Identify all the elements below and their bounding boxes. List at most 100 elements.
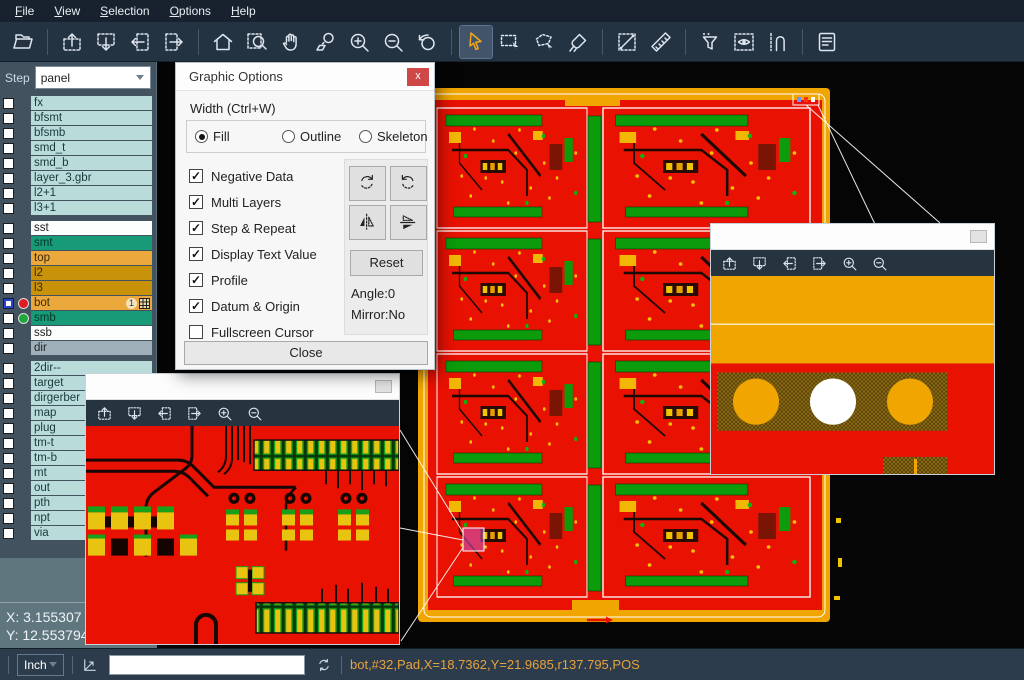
- command-input[interactable]: [109, 655, 305, 675]
- refresh-icon[interactable]: [315, 656, 333, 674]
- checkbox-box[interactable]: ✓: [189, 221, 203, 235]
- step-down-button[interactable]: [126, 405, 143, 422]
- layer-name[interactable]: top: [31, 251, 152, 265]
- inset-window-button[interactable]: [970, 230, 987, 243]
- layer-visibility-checkbox[interactable]: [3, 253, 14, 264]
- zoom-out-button[interactable]: [246, 405, 263, 422]
- net-trace-button[interactable]: [762, 26, 794, 58]
- reset-button[interactable]: Reset: [350, 250, 423, 276]
- checkbox-profile[interactable]: ✓Profile: [189, 267, 317, 293]
- layer-visibility-checkbox[interactable]: [3, 498, 14, 509]
- rotate-cw-button[interactable]: [349, 166, 386, 201]
- rotate-ccw-button[interactable]: [390, 166, 427, 201]
- layer-visibility-checkbox[interactable]: [3, 483, 14, 494]
- dialog-title-bar[interactable]: Graphic Options x: [176, 63, 434, 91]
- open-folder-button[interactable]: [7, 26, 39, 58]
- layer-name[interactable]: l3: [31, 281, 152, 295]
- layer-visibility-checkbox[interactable]: [3, 528, 14, 539]
- close-button[interactable]: Close: [184, 341, 428, 365]
- layer-row-layer_3.gbr[interactable]: layer_3.gbr: [0, 171, 156, 185]
- menu-options[interactable]: Options: [161, 2, 220, 20]
- inset-zoom-view-pcb-detail[interactable]: [86, 426, 399, 644]
- filter-button[interactable]: [694, 26, 726, 58]
- layer-row-smb[interactable]: smb: [0, 311, 156, 325]
- layer-name[interactable]: smd_t: [31, 141, 152, 155]
- step-down-button[interactable]: [751, 255, 768, 272]
- checkbox-box[interactable]: ✓: [189, 247, 203, 261]
- checkbox-box[interactable]: ✓: [189, 195, 203, 209]
- layer-visibility-checkbox[interactable]: [3, 393, 14, 404]
- step-up-button[interactable]: [56, 26, 88, 58]
- layer-name[interactable]: dir: [31, 341, 152, 355]
- unit-select[interactable]: Inch: [17, 654, 64, 676]
- layer-name[interactable]: fx: [31, 96, 152, 110]
- layer-visibility-checkbox[interactable]: [3, 268, 14, 279]
- layer-name[interactable]: smd_b: [31, 156, 152, 170]
- layer-visibility-checkbox[interactable]: [3, 223, 14, 234]
- layer-visibility-checkbox[interactable]: [3, 468, 14, 479]
- layer-name[interactable]: l2: [31, 266, 152, 280]
- checkbox-multi-layers[interactable]: ✓Multi Layers: [189, 189, 317, 215]
- layer-name[interactable]: l3+1: [31, 201, 152, 215]
- step-right-button[interactable]: [811, 255, 828, 272]
- layer-visibility-checkbox[interactable]: [3, 113, 14, 124]
- step-select[interactable]: panel: [35, 66, 151, 89]
- layer-row-l3[interactable]: l3: [0, 281, 156, 295]
- layer-row-bfsmb[interactable]: bfsmb: [0, 126, 156, 140]
- layer-visibility-checkbox[interactable]: [3, 453, 14, 464]
- checkbox-box[interactable]: ✓: [189, 273, 203, 287]
- layer-row-smd_t[interactable]: smd_t: [0, 141, 156, 155]
- checkbox-box[interactable]: [189, 325, 203, 339]
- layer-visibility-checkbox[interactable]: [3, 408, 14, 419]
- layer-row-fx[interactable]: fx: [0, 96, 156, 110]
- layer-row-top[interactable]: top: [0, 251, 156, 265]
- select-button[interactable]: [460, 26, 492, 58]
- checkbox-datum-origin[interactable]: ✓Datum & Origin: [189, 293, 317, 319]
- step-up-button[interactable]: [96, 405, 113, 422]
- layer-visibility-checkbox[interactable]: [3, 203, 14, 214]
- view-options-button[interactable]: [728, 26, 760, 58]
- menu-selection[interactable]: Selection: [91, 2, 158, 20]
- layer-visibility-checkbox[interactable]: [3, 128, 14, 139]
- layer-visibility-checkbox[interactable]: [3, 343, 14, 354]
- layer-visibility-checkbox[interactable]: [3, 423, 14, 434]
- zoom-object-button[interactable]: [309, 26, 341, 58]
- checkbox-box[interactable]: ✓: [189, 299, 203, 313]
- checkbox-step-repeat[interactable]: ✓Step & Repeat: [189, 215, 317, 241]
- dialog-close-button[interactable]: x: [407, 68, 429, 86]
- layer-row-l2[interactable]: l2: [0, 266, 156, 280]
- zoom-window-button[interactable]: [241, 26, 273, 58]
- step-right-button[interactable]: [186, 405, 203, 422]
- layer-name[interactable]: bfsmt: [31, 111, 152, 125]
- layer-visibility-checkbox[interactable]: [3, 313, 14, 324]
- layer-name[interactable]: l2+1: [31, 186, 152, 200]
- checkbox-box[interactable]: ✓: [189, 169, 203, 183]
- layer-visibility-checkbox[interactable]: [3, 328, 14, 339]
- selection-highlight-box[interactable]: [463, 528, 484, 551]
- layer-name[interactable]: ssb: [31, 326, 152, 340]
- select-polygon-button[interactable]: [528, 26, 560, 58]
- layer-visibility-checkbox[interactable]: [3, 158, 14, 169]
- checkbox-display-text-value[interactable]: ✓Display Text Value: [189, 241, 317, 267]
- zoom-previous-button[interactable]: [411, 26, 443, 58]
- zoom-out-button[interactable]: [377, 26, 409, 58]
- layer-row-bot[interactable]: bot1: [0, 296, 156, 310]
- menu-help[interactable]: Help: [222, 2, 265, 20]
- zoom-out-button[interactable]: [871, 255, 888, 272]
- layer-row-ssb[interactable]: ssb: [0, 326, 156, 340]
- step-left-button[interactable]: [124, 26, 156, 58]
- layer-visibility-checkbox[interactable]: [3, 298, 14, 309]
- layer-name[interactable]: smb: [31, 311, 152, 325]
- layer-row-smd_b[interactable]: smd_b: [0, 156, 156, 170]
- layer-visibility-checkbox[interactable]: [3, 188, 14, 199]
- layer-row-l2+1[interactable]: l2+1: [0, 186, 156, 200]
- layer-visibility-checkbox[interactable]: [3, 363, 14, 374]
- layer-row-sst[interactable]: sst: [0, 221, 156, 235]
- ruler-button[interactable]: [645, 26, 677, 58]
- pan-button[interactable]: [275, 26, 307, 58]
- step-left-button[interactable]: [156, 405, 173, 422]
- flip-horizontal-button[interactable]: [349, 205, 386, 240]
- step-down-button[interactable]: [90, 26, 122, 58]
- radio-fill[interactable]: Fill: [195, 129, 230, 144]
- layer-visibility-checkbox[interactable]: [3, 238, 14, 249]
